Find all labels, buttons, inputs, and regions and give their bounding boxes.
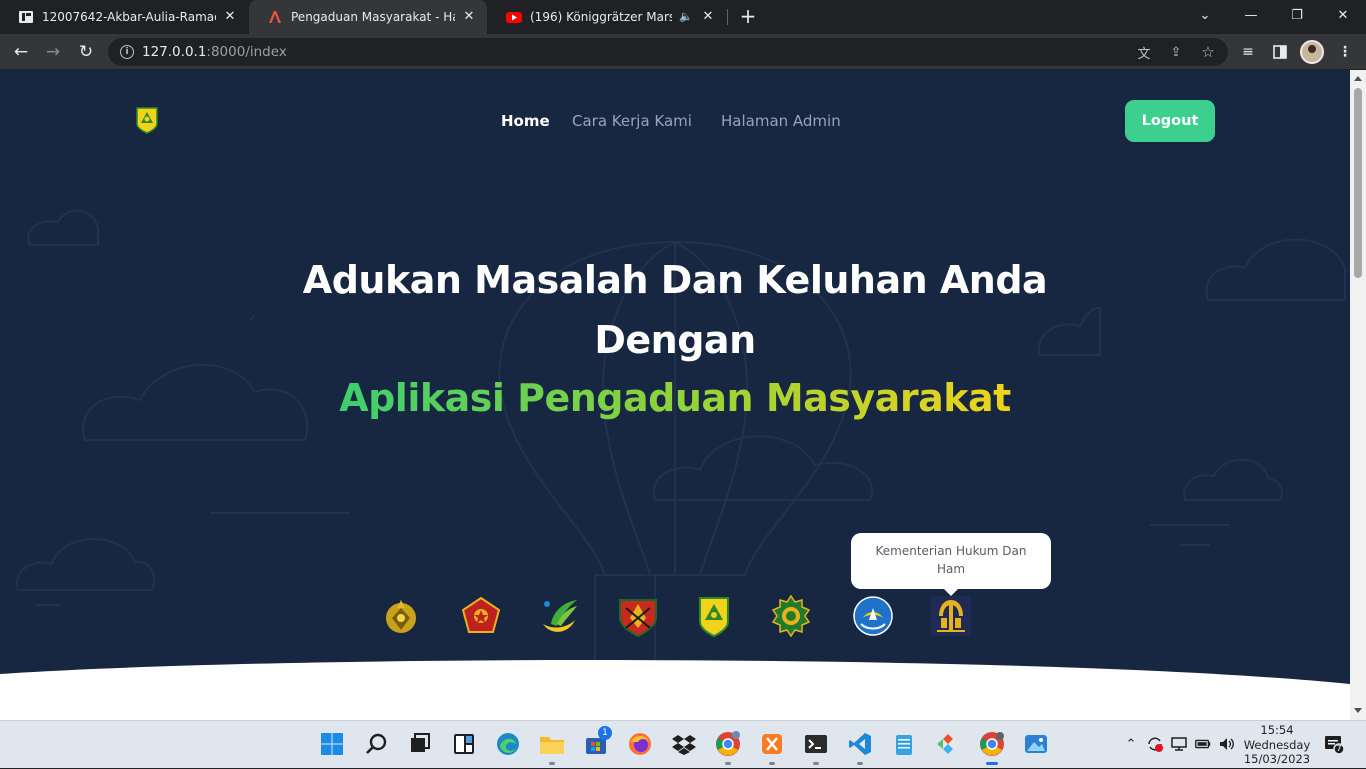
reload-icon[interactable]: ↻ (75, 41, 97, 63)
photos-icon[interactable] (1022, 730, 1050, 758)
microsoft-store-icon[interactable]: 1 (582, 726, 612, 758)
firefox-icon[interactable] (626, 730, 654, 758)
tab-title: Pengaduan Masyarakat - Halama (291, 10, 455, 24)
minimize-button[interactable]: — (1228, 0, 1274, 30)
tab-title: (196) Königgrätzer Marsch-P (530, 10, 672, 24)
nav-admin[interactable]: Halaman Admin (721, 112, 841, 130)
hero-title-line-2: Dengan (594, 318, 756, 362)
back-arrow-icon[interactable]: ← (10, 41, 32, 63)
profile-avatar[interactable] (1300, 40, 1324, 64)
emblem-tooltip: Kementerian Hukum Dan Ham (851, 533, 1051, 596)
close-tab-icon[interactable]: ✕ (461, 9, 477, 25)
address-bar[interactable]: i 127.0.0.1 :8000/index (108, 38, 1228, 66)
chevron-up-icon[interactable]: ⌃ (1122, 735, 1140, 753)
running-indicator (725, 762, 731, 765)
side-panel-icon[interactable] (1270, 42, 1290, 62)
running-indicator (857, 762, 863, 765)
tab-title: 12007642-Akbar-Aulia-Ramadha (42, 10, 216, 24)
hero-title-line-1: Adukan Masalah Dan Keluhan Anda (302, 258, 1048, 302)
chrome-icon[interactable] (978, 730, 1006, 765)
tni-emblem[interactable] (459, 594, 503, 638)
audio-playing-icon[interactable]: 🔈 (678, 9, 694, 25)
clock-time: 15:54 (1260, 723, 1294, 737)
tab-pengaduan[interactable]: Pengaduan Masyarakat - Halama ✕ (249, 0, 487, 34)
terminal-icon[interactable] (802, 730, 830, 765)
url-host: 127.0.0.1 (142, 44, 207, 60)
tut-wuri-emblem[interactable] (851, 594, 895, 638)
nav-home[interactable]: Home (501, 112, 550, 130)
windows-taskbar: 1 ⌃ 15:54 Wednesday 15/03/2023 7 (0, 720, 1366, 768)
sync-alert-icon[interactable] (1146, 735, 1164, 753)
search-icon[interactable] (362, 730, 390, 758)
tab-search-icon[interactable]: ⌄ (1182, 0, 1228, 30)
tab-akbar[interactable]: 12007642-Akbar-Aulia-Ramadha ✕ (0, 0, 248, 34)
logout-button[interactable]: Logout (1125, 100, 1215, 142)
forward-arrow-icon[interactable]: → (42, 41, 64, 63)
windows-start-icon[interactable] (318, 730, 346, 758)
polri-emblem[interactable] (379, 594, 423, 638)
scroll-up-arrow-icon[interactable] (1354, 76, 1362, 81)
file-explorer-icon[interactable] (538, 730, 566, 765)
network-icon[interactable] (1170, 735, 1188, 753)
store-badge: 1 (598, 726, 612, 740)
git-icon[interactable] (934, 730, 962, 758)
nav-cara-kerja[interactable]: Cara Kerja Kami (572, 112, 692, 130)
site-info-icon[interactable]: i (120, 45, 134, 59)
document-icon (18, 9, 34, 25)
close-tab-icon[interactable]: ✕ (700, 9, 716, 25)
scroll-down-arrow-icon[interactable] (1354, 708, 1362, 713)
system-clock[interactable]: 15:54 Wednesday 15/03/2023 (1240, 721, 1314, 769)
hero-title-highlight: Aplikasi Pengaduan Masyarakat (0, 376, 1350, 420)
notepad-icon[interactable] (890, 730, 918, 758)
notification-icon[interactable]: 7 (1324, 734, 1345, 755)
close-window-button[interactable]: ✕ (1320, 0, 1366, 30)
tab-youtube[interactable]: (196) Königgrätzer Marsch-P 🔈 ✕ (488, 0, 726, 34)
url-path: :8000/index (206, 44, 287, 60)
kemenag-emblem[interactable] (769, 594, 813, 638)
media-control-icon[interactable]: ≡ (1238, 42, 1258, 62)
translate-icon[interactable]: 文 (1135, 43, 1153, 62)
chrome-profile-icon[interactable] (714, 730, 742, 765)
kemenkes-emblem[interactable] (537, 594, 581, 638)
new-tab-button[interactable]: + (738, 6, 758, 27)
site-logo[interactable] (135, 106, 159, 134)
bogor-emblem[interactable] (692, 594, 736, 638)
task-view-icon[interactable] (406, 730, 434, 758)
tab-divider (727, 9, 728, 25)
vscode-icon[interactable] (846, 730, 874, 765)
tni-ad-emblem[interactable] (616, 594, 660, 638)
kemenkumham-emblem[interactable] (929, 594, 973, 638)
xampp-icon[interactable] (758, 730, 786, 765)
share-icon[interactable]: ⇪ (1167, 43, 1185, 61)
edge-icon[interactable] (494, 730, 522, 758)
running-indicator (549, 762, 555, 765)
running-indicator (813, 762, 819, 765)
notification-count: 7 (1336, 744, 1342, 753)
clock-date: 15/03/2023 (1243, 752, 1311, 766)
page-viewport: Home Cara Kerja Kami Halaman Admin Logou… (0, 70, 1350, 720)
dropbox-icon[interactable] (670, 730, 698, 758)
hero-highlight-text: Aplikasi Pengaduan Masyarakat (339, 376, 1011, 420)
battery-icon[interactable] (1194, 735, 1212, 753)
bookmark-star-icon[interactable]: ☆ (1199, 43, 1217, 61)
more-menu-icon[interactable]: ⋮ (1335, 42, 1355, 62)
page-scrollbar[interactable] (1350, 70, 1366, 720)
running-indicator (986, 762, 998, 765)
youtube-icon (506, 9, 522, 25)
clock-day: Wednesday (1243, 737, 1311, 752)
tab-strip: 12007642-Akbar-Aulia-Ramadha ✕ Pengaduan… (0, 0, 1366, 34)
running-indicator (769, 762, 775, 765)
scroll-thumb[interactable] (1354, 88, 1362, 278)
volume-icon[interactable] (1218, 735, 1236, 753)
widgets-icon[interactable] (450, 730, 478, 758)
laravel-icon (267, 9, 283, 25)
hero-bottom-wave (0, 660, 1350, 720)
close-tab-icon[interactable]: ✕ (222, 9, 238, 25)
restore-button[interactable]: ❐ (1274, 0, 1320, 30)
browser-toolbar: ← → ↻ i 127.0.0.1 :8000/index 文 ⇪ ☆ ≡ ⋮ (0, 34, 1366, 70)
